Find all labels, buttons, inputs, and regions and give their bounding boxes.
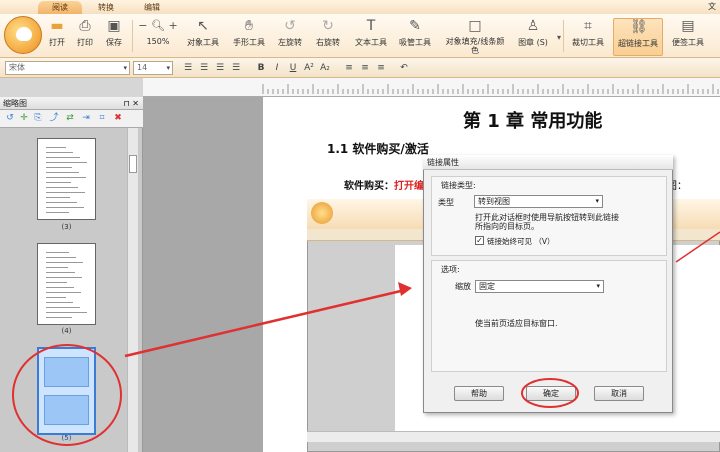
annotation-arrow-head [398,282,412,296]
annotation-overlay [12,231,720,446]
highlight-circle [521,378,579,408]
annotation-arrow-line [675,231,720,263]
highlight-circle [12,344,122,446]
annotation-arrow-line [124,288,406,358]
